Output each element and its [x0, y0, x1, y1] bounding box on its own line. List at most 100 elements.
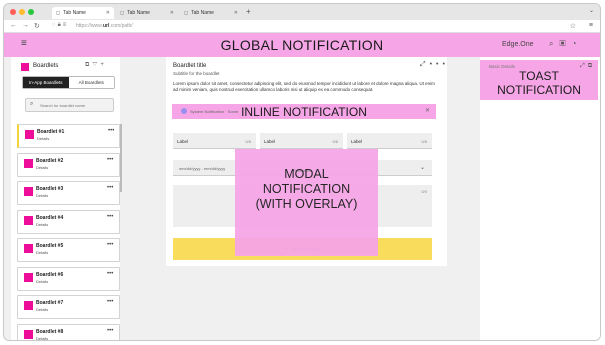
minimize-window-button[interactable] — [19, 9, 25, 15]
page-icon: ◻ — [120, 10, 125, 16]
brand-label: Edge.One — [502, 41, 534, 48]
list-item[interactable]: Boardlet #7 Details ••• — [17, 295, 120, 319]
url-prefix: https://www. — [76, 23, 103, 29]
boardlet-title: Boardlet #3 — [36, 186, 64, 192]
boardlet-search: ⌕ — [25, 98, 114, 112]
bell-icon[interactable]: ◔ — [572, 39, 583, 48]
close-tab-icon[interactable]: ✕ — [170, 10, 174, 16]
search-input[interactable] — [40, 101, 110, 109]
boardlet-title: Boardlet #7 — [36, 300, 64, 306]
list-item[interactable]: Boardlet #2 Details ••• — [17, 153, 120, 177]
panel-actions: ⤢••• — [420, 61, 449, 69]
list-item[interactable]: Boardlet #5 Details ••• — [17, 238, 120, 262]
boardlet-detail: Details — [36, 279, 49, 284]
list-item[interactable]: Boardlet #8 Details ••• — [17, 324, 120, 341]
more-options-icon[interactable]: ••• — [430, 61, 449, 68]
sidebar-scrollbar[interactable] — [120, 124, 122, 192]
add-icon[interactable]: + — [100, 62, 107, 68]
toast-notification-title: TOAST NOTIFICATION — [497, 69, 581, 97]
site-info-icons[interactable]: ◌🔒︎≡ — [52, 22, 68, 29]
tab-1[interactable]: ◻ Tab Name ✕ — [52, 7, 114, 19]
toast-notification: Basic Details ⤢⧉ TOAST NOTIFICATION — [480, 60, 598, 100]
global-notification: ≡ GLOBAL NOTIFICATION Edge.One ⌕▣◔ — [4, 33, 600, 57]
url-suffix: .com/path/ — [109, 23, 133, 29]
boardlet-title: Boardlet #4 — [36, 215, 64, 221]
close-tab-icon[interactable]: ✕ — [106, 10, 110, 16]
page-icon: ◻ — [56, 10, 61, 16]
apps-icon[interactable]: ▣ — [559, 39, 571, 48]
boardlet-title: Boardlet #8 — [36, 329, 64, 335]
list-item[interactable]: Boardlet #3 Details ••• — [17, 181, 120, 205]
close-tab-icon[interactable]: ✕ — [234, 10, 238, 16]
more-options-icon[interactable]: ••• — [107, 242, 113, 248]
search-icon: ⌕ — [30, 101, 34, 107]
tab-label: Tab Name — [191, 10, 214, 16]
segment-in-app-boardlets[interactable]: In-App Boardlets — [23, 77, 69, 88]
boardlet-detail: Details — [36, 222, 49, 227]
field-label: Label — [351, 139, 363, 144]
more-options-icon[interactable]: ••• — [107, 271, 113, 277]
address-bar: ← → ↻ ◌🔒︎≡ https://www.url.com/path/ ☆ ≡ — [4, 20, 600, 33]
header-icons: ⌕▣◔ — [549, 39, 582, 49]
list-item[interactable]: Boardlet #4 Details ••• — [17, 210, 120, 234]
more-options-icon[interactable]: ••• — [107, 185, 113, 191]
expand-icon[interactable]: ⤢ — [420, 61, 430, 68]
more-options-icon[interactable]: ••• — [107, 214, 113, 220]
close-window-button[interactable] — [10, 9, 16, 15]
modal-notification: Password MODAL NOTIFICATION (WITH OVERLA… — [235, 149, 378, 256]
inline-notification: System Notification · Some INLINE NOTIFI… — [172, 104, 436, 119]
more-options-icon[interactable]: ••• — [107, 299, 113, 305]
textarea-counter: 0/0 — [421, 189, 427, 194]
boardlet-icon — [24, 330, 33, 339]
back-icon[interactable]: ← — [10, 22, 17, 29]
boardlet-detail: Details — [36, 336, 49, 341]
boardlet-scope-toggle: In-App Boardlets All Boardlets — [22, 76, 115, 89]
boardlet-title: Boardlet #6 — [36, 272, 64, 278]
boardlet-icon — [25, 130, 34, 139]
boardlet-title: Boardlet #1 — [37, 129, 65, 135]
boardlet-icon — [24, 244, 33, 253]
sidebar-title: Boardlets — [33, 63, 59, 69]
search-icon[interactable]: ⌕ — [549, 39, 559, 48]
details-panel: Basic Details ⤢⧉ TOAST NOTIFICATION — [480, 57, 600, 340]
reload-icon[interactable]: ↻ — [34, 22, 40, 30]
boardlet-icon — [24, 216, 33, 225]
new-tab-icon[interactable]: + — [246, 7, 251, 16]
boardlet-title: Boardlet title — [173, 63, 207, 69]
text-field-2[interactable]: Label 0/6 — [260, 133, 343, 149]
browser-window: ◻ Tab Name ✕ ◻ Tab Name ✕ ◻ Tab Name ✕ + ⌄ ← →… — [3, 3, 601, 341]
list-item[interactable]: Boardlet #1 Details ••• — [17, 124, 120, 148]
more-options-icon[interactable]: ••• — [107, 157, 113, 163]
tab-list-chevron-icon[interactable]: ⌄ — [589, 7, 594, 14]
text-field-1[interactable]: Label 0/6 — [173, 133, 256, 149]
url-field[interactable]: https://www.url.com/path/ — [76, 23, 133, 29]
tab-3[interactable]: ◻ Tab Name ✕ — [180, 7, 242, 19]
chevron-down-icon[interactable]: ⌄ — [420, 164, 425, 171]
zoom-window-button[interactable] — [28, 9, 34, 15]
list-item[interactable]: Boardlet #6 Details ••• — [17, 267, 120, 291]
tab-bar: ◻ Tab Name ✕ ◻ Tab Name ✕ ◻ Tab Name ✕ + ⌄ — [4, 4, 600, 20]
tab-label: Tab Name — [63, 10, 86, 16]
more-options-icon[interactable]: ••• — [108, 128, 114, 134]
field-counter: 0/6 — [421, 139, 427, 144]
text-field-3[interactable]: Label 0/6 — [347, 133, 432, 149]
boardlet-title: Boardlet #2 — [36, 158, 64, 164]
field-label: Label — [264, 139, 276, 144]
boardlet-title: Boardlet #5 — [36, 243, 64, 249]
boardlet-icon — [24, 301, 33, 310]
boardlet-icon — [24, 273, 33, 282]
browser-menu-icon[interactable]: ≡ — [589, 22, 593, 29]
close-icon[interactable]: ✕ — [425, 107, 430, 114]
boardlet-detail: Details — [36, 165, 49, 170]
boardlet-icon — [24, 187, 33, 196]
segment-all-boardlets[interactable]: All Boardlets — [68, 77, 114, 88]
date-range-value: mm/dd/yyyy - mm/dd/yyyy — [179, 166, 226, 171]
page-icon: ◻ — [184, 10, 189, 16]
field-counter: 0/6 — [332, 139, 338, 144]
forward-icon[interactable]: → — [22, 22, 29, 29]
window-controls — [10, 9, 34, 15]
tab-2[interactable]: ◻ Tab Name ✕ — [116, 7, 178, 19]
bookmark-star-icon[interactable]: ☆ — [570, 22, 576, 30]
more-options-icon[interactable]: ••• — [107, 328, 113, 334]
modal-notification-title: MODAL NOTIFICATION (WITH OVERLAY) — [255, 167, 358, 211]
